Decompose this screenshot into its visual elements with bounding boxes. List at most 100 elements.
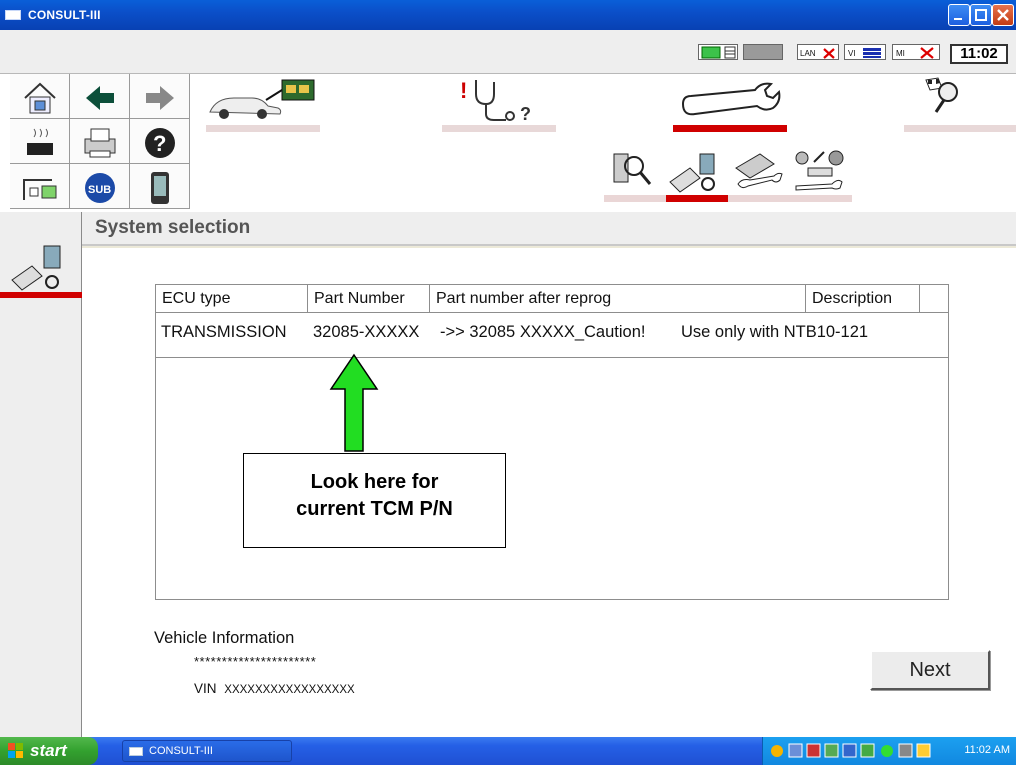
- start-label: start: [30, 741, 67, 760]
- help-icon: ?: [145, 128, 175, 158]
- reprogramming-button[interactable]: [666, 148, 728, 202]
- screen: CONSULT-III LAN VI MI 11:02 ? SUB ! ? Sy…: [0, 0, 1016, 765]
- vi-device-button[interactable]: [130, 164, 190, 209]
- sub-button[interactable]: SUB: [70, 164, 130, 209]
- system-tray: 11:02 AM: [762, 737, 1016, 765]
- callout-line-1: Look here for: [310, 471, 439, 493]
- vi-wrench-icon: [735, 153, 783, 189]
- taskbar-item-consult[interactable]: CONSULT-III: [122, 740, 292, 762]
- pc-connection-icon: [698, 44, 738, 60]
- cell-description: Use only with NTB10-121: [681, 323, 869, 341]
- svg-text:VI: VI: [848, 49, 856, 58]
- diagnosis-mode-button[interactable]: ! ?: [442, 74, 556, 132]
- cell-after-reprog: ->> 32085 XXXXX_Caution!: [440, 323, 646, 341]
- programming-button[interactable]: [728, 148, 790, 202]
- column-header-part-number[interactable]: Part Number: [308, 285, 430, 313]
- svg-text:SUB: SUB: [88, 184, 111, 196]
- status-row: LAN VI MI 11:02: [0, 30, 1016, 74]
- re-programming-mode-button[interactable]: [673, 74, 787, 132]
- svg-text:LAN: LAN: [800, 49, 816, 58]
- stethoscope-icon: ! ?: [460, 78, 531, 124]
- app-icon: [129, 747, 143, 756]
- tray-icons: [771, 743, 931, 758]
- maximize-button[interactable]: [970, 4, 992, 26]
- spark-plug-magnifier-icon: [613, 153, 652, 185]
- reprogram-side-icon: [11, 245, 61, 291]
- vehicle-vin: VIN XXXXXXXXXXXXXXXXX: [194, 681, 355, 696]
- sub-underbar: [604, 195, 666, 202]
- home-button[interactable]: [10, 74, 70, 119]
- cell-ecu-type: TRANSMISSION: [161, 323, 287, 341]
- callout-line-2: current TCM P/N: [296, 498, 453, 520]
- print-button[interactable]: [70, 119, 130, 164]
- checkered-flag-icon: [925, 77, 958, 113]
- clock: 11:02: [950, 44, 1008, 64]
- mode-underbar: [206, 125, 320, 132]
- maximize-icon: [975, 9, 987, 21]
- vehicle-ecu-mode-button[interactable]: [206, 74, 320, 132]
- parts-wrench-button[interactable]: [790, 148, 852, 202]
- gears-wrench-icon: [795, 150, 844, 191]
- vi-device-icon: [151, 172, 169, 204]
- row-divider: [156, 357, 948, 358]
- lan-status-icon: LAN: [797, 44, 839, 60]
- sub-underbar: [728, 195, 790, 202]
- help-button[interactable]: ?: [130, 119, 190, 164]
- cell-part-number: 32085-XXXXX: [313, 323, 420, 341]
- forward-button[interactable]: [130, 74, 190, 119]
- app-icon: [5, 10, 21, 20]
- work-support-mode-button[interactable]: [904, 74, 1016, 132]
- vehicle-info-masked: **********************: [194, 654, 317, 669]
- ecu-table: ECU type Part Number Part number after r…: [155, 284, 949, 600]
- column-header-spacer: [920, 285, 948, 313]
- side-active-bar: [0, 292, 82, 298]
- wrench-icon: [681, 82, 781, 116]
- column-header-ecu-type[interactable]: ECU type: [156, 285, 308, 313]
- start-button[interactable]: start: [0, 737, 98, 765]
- home-icon: [24, 82, 56, 114]
- minimize-button[interactable]: [948, 4, 970, 26]
- table-row[interactable]: TRANSMISSION 32085-XXXXX ->> 32085 XXXXX…: [156, 317, 948, 353]
- close-icon: [997, 9, 1009, 21]
- windows-flag-icon: [8, 743, 23, 758]
- arrow-up-icon: [329, 353, 379, 452]
- ecu-identification-button[interactable]: [604, 148, 666, 202]
- vehicle-info-title: Vehicle Information: [154, 629, 295, 647]
- main-content: ECU type Part Number Part number after r…: [82, 248, 1016, 737]
- vin-value: XXXXXXXXXXXXXXXXX: [224, 684, 355, 696]
- connector-icon: [23, 179, 57, 200]
- device-status-icon: [743, 44, 783, 60]
- cup-icon: [27, 128, 53, 155]
- svg-text:?: ?: [153, 131, 166, 156]
- table-header: ECU type Part Number Part number after r…: [156, 285, 948, 313]
- svg-text:!: !: [460, 78, 467, 103]
- minimize-icon: [954, 18, 962, 20]
- column-header-after-reprog[interactable]: Part number after reprog: [430, 285, 806, 313]
- vin-label: VIN: [194, 681, 217, 696]
- left-strip: [0, 212, 82, 737]
- svg-text:MI: MI: [896, 49, 905, 58]
- title-bar: CONSULT-III: [0, 0, 1016, 30]
- sub-underbar: [790, 195, 852, 202]
- mode-underbar: [442, 125, 556, 132]
- car-ecu-icon: [209, 79, 315, 119]
- page-title: System selection: [95, 217, 251, 238]
- callout-box: Look here for current TCM P/N: [243, 453, 506, 548]
- sub-icon: SUB: [85, 173, 115, 203]
- back-button[interactable]: [70, 74, 130, 119]
- connection-button[interactable]: [10, 164, 70, 209]
- sub-underbar-active: [666, 195, 728, 202]
- window-title: CONSULT-III: [28, 8, 101, 22]
- close-button[interactable]: [992, 4, 1014, 26]
- column-header-description[interactable]: Description: [806, 285, 920, 313]
- svg-text:?: ?: [520, 104, 531, 124]
- reprogram-icon: [669, 153, 715, 193]
- mi-status-icon: MI: [892, 44, 940, 60]
- next-button[interactable]: Next: [870, 650, 990, 690]
- arrow-left-icon: [86, 86, 114, 110]
- mode-underbar-active: [673, 125, 787, 132]
- taskbar-item-label: CONSULT-III: [149, 745, 213, 757]
- mode-button[interactable]: [10, 119, 70, 164]
- printer-icon: [84, 128, 116, 158]
- arrow-right-icon: [146, 86, 174, 110]
